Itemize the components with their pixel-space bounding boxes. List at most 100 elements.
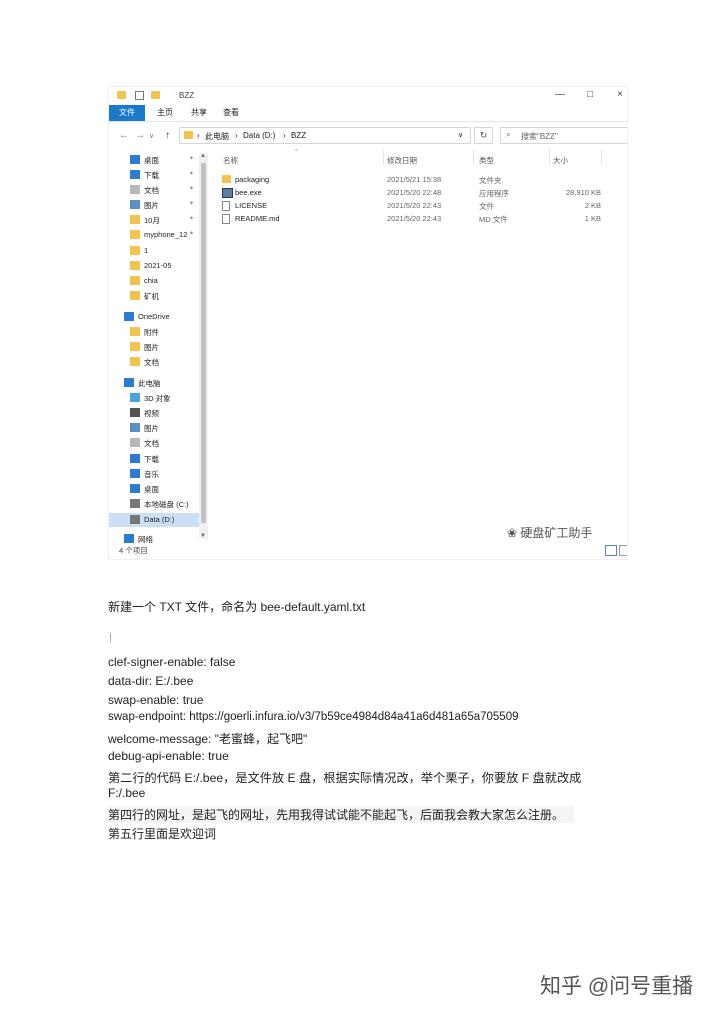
- nav-item[interactable]: 图片: [109, 340, 207, 354]
- refresh-button[interactable]: ↻: [474, 127, 493, 144]
- network-icon: [124, 534, 134, 543]
- maximize-button[interactable]: □: [587, 89, 593, 100]
- nav-item[interactable]: 文档 ✦: [109, 183, 207, 197]
- breadcrumb-this-pc[interactable]: 此电脑: [205, 131, 229, 142]
- article-note: 第五行里面是欢迎词: [108, 827, 217, 841]
- tab-home[interactable]: 主页: [153, 105, 177, 121]
- nav-item-label: 视频: [144, 409, 159, 418]
- column-headers: 名称 ^ 修改日期 类型 大小: [215, 149, 627, 165]
- file-row[interactable]: README.md 2021/5/20 22:43 MD 文件 1 KB: [215, 212, 605, 225]
- exe-icon: [222, 188, 233, 198]
- details-view-icon[interactable]: [605, 545, 617, 556]
- nav-item-label: 下载: [144, 171, 159, 180]
- breadcrumb-bzz[interactable]: BZZ: [291, 131, 306, 140]
- nav-scrollbar[interactable]: ▲ ▼: [199, 153, 208, 539]
- column-divider[interactable]: [549, 149, 550, 165]
- nav-item[interactable]: 音乐: [109, 467, 207, 481]
- nav-item[interactable]: 下载: [109, 452, 207, 466]
- nav-item[interactable]: 3D 对象: [109, 391, 207, 405]
- recent-dropdown-icon[interactable]: ∨: [149, 132, 154, 140]
- properties-icon[interactable]: [135, 91, 144, 100]
- title-bar: BZZ — □ ×: [109, 87, 627, 105]
- file-date: 2021/5/20 22:43: [387, 201, 442, 210]
- column-divider[interactable]: [383, 149, 384, 165]
- folder-icon: [130, 215, 140, 224]
- folder-icon: [130, 261, 140, 270]
- folder-icon: [222, 175, 231, 183]
- address-bar[interactable]: › 此电脑 › Data (D:) › BZZ ∨: [179, 127, 471, 144]
- nav-item-label: 10月: [144, 216, 160, 225]
- pin-icon: ✦: [189, 156, 195, 162]
- nav-item[interactable]: 下载 ✦: [109, 168, 207, 182]
- forward-arrow-icon[interactable]: →: [135, 130, 145, 141]
- column-type[interactable]: 类型: [479, 155, 494, 166]
- column-divider[interactable]: [601, 149, 602, 165]
- scroll-up-icon[interactable]: ▲: [200, 153, 206, 159]
- nav-item[interactable]: 桌面: [109, 482, 207, 496]
- nav-item[interactable]: chia: [109, 274, 207, 288]
- nav-item-label: 桌面: [144, 156, 159, 165]
- nav-item[interactable]: myphone_12 ✦: [109, 228, 207, 242]
- nav-item[interactable]: 1: [109, 244, 207, 258]
- wechat-icon: ❀: [507, 526, 521, 540]
- config-line: data-dir: E:/.bee: [108, 674, 194, 688]
- sort-up-icon: ^: [295, 149, 298, 155]
- nav-item[interactable]: 图片 ✦: [109, 198, 207, 212]
- file-size: 1 KB: [584, 214, 601, 223]
- nav-item[interactable]: 文档: [109, 436, 207, 450]
- back-arrow-icon[interactable]: ←: [119, 130, 129, 141]
- column-size[interactable]: 大小: [553, 155, 568, 166]
- nav-item[interactable]: 本地磁盘 (C:): [109, 497, 207, 511]
- search-box[interactable]: ⌕ 搜索"BZZ": [500, 127, 627, 144]
- nav-item-label: 此电脑: [138, 379, 161, 388]
- nav-item[interactable]: 10月 ✦: [109, 213, 207, 227]
- picture-icon: [130, 200, 140, 209]
- nav-item[interactable]: 图片: [109, 421, 207, 435]
- folder-icon: [117, 91, 126, 99]
- nav-item[interactable]: 附件: [109, 325, 207, 339]
- file-icon: [222, 201, 230, 211]
- nav-item[interactable]: 矿机: [109, 289, 207, 303]
- chevron-down-icon[interactable]: ∨: [458, 131, 463, 139]
- nav-item-label: OneDrive: [138, 312, 170, 321]
- nav-item-label: 文档: [144, 439, 159, 448]
- nav-item[interactable]: 此电脑: [109, 376, 207, 390]
- column-date[interactable]: 修改日期: [387, 155, 417, 166]
- file-type: 文件: [479, 202, 494, 211]
- file-row[interactable]: packaging 2021/5/21 15:38 文件夹: [215, 173, 605, 186]
- nav-item[interactable]: 2021-05: [109, 259, 207, 273]
- column-name[interactable]: 名称: [223, 155, 238, 166]
- zhihu-watermark: 知乎 @问号重播: [540, 975, 694, 998]
- tab-share[interactable]: 共享: [187, 105, 211, 121]
- file-size: 28,910 KB: [565, 188, 601, 197]
- scrollbar-thumb[interactable]: [201, 163, 206, 523]
- file-row[interactable]: LICENSE 2021/5/20 22:43 文件 2 KB: [215, 199, 605, 212]
- breadcrumb-separator: ›: [197, 131, 200, 140]
- cloud-icon: [124, 312, 134, 321]
- close-button[interactable]: ×: [617, 89, 623, 100]
- nav-item-label: 图片: [144, 424, 159, 433]
- tab-view[interactable]: 查看: [219, 105, 243, 121]
- nav-item[interactable]: 文档: [109, 355, 207, 369]
- folder-icon: [184, 131, 193, 139]
- column-divider[interactable]: [473, 149, 474, 165]
- folder-icon: [130, 342, 140, 351]
- breadcrumb-data-d[interactable]: Data (D:): [243, 131, 275, 140]
- file-row[interactable]: bee.exe 2021/5/20 22:48 应用程序 28,910 KB: [215, 186, 605, 199]
- minimize-button[interactable]: —: [555, 89, 565, 100]
- pin-icon: ✦: [189, 201, 195, 207]
- large-icons-view-icon[interactable]: [619, 545, 627, 556]
- new-folder-icon[interactable]: [151, 91, 160, 99]
- nav-item[interactable]: 网络: [109, 532, 207, 546]
- nav-item-label: 图片: [144, 343, 159, 352]
- scroll-down-icon[interactable]: ▼: [200, 533, 206, 539]
- nav-item[interactable]: 桌面 ✦: [109, 153, 207, 167]
- nav-item[interactable]: OneDrive: [109, 310, 207, 324]
- up-arrow-icon[interactable]: ↑: [165, 130, 170, 141]
- tab-file[interactable]: 文件: [109, 105, 145, 121]
- nav-item[interactable]: 视频: [109, 406, 207, 420]
- nav-item-label: chia: [144, 276, 158, 285]
- nav-item[interactable]: Data (D:): [109, 513, 207, 527]
- file-type: MD 文件: [479, 215, 508, 224]
- file-date: 2021/5/20 22:48: [387, 188, 442, 197]
